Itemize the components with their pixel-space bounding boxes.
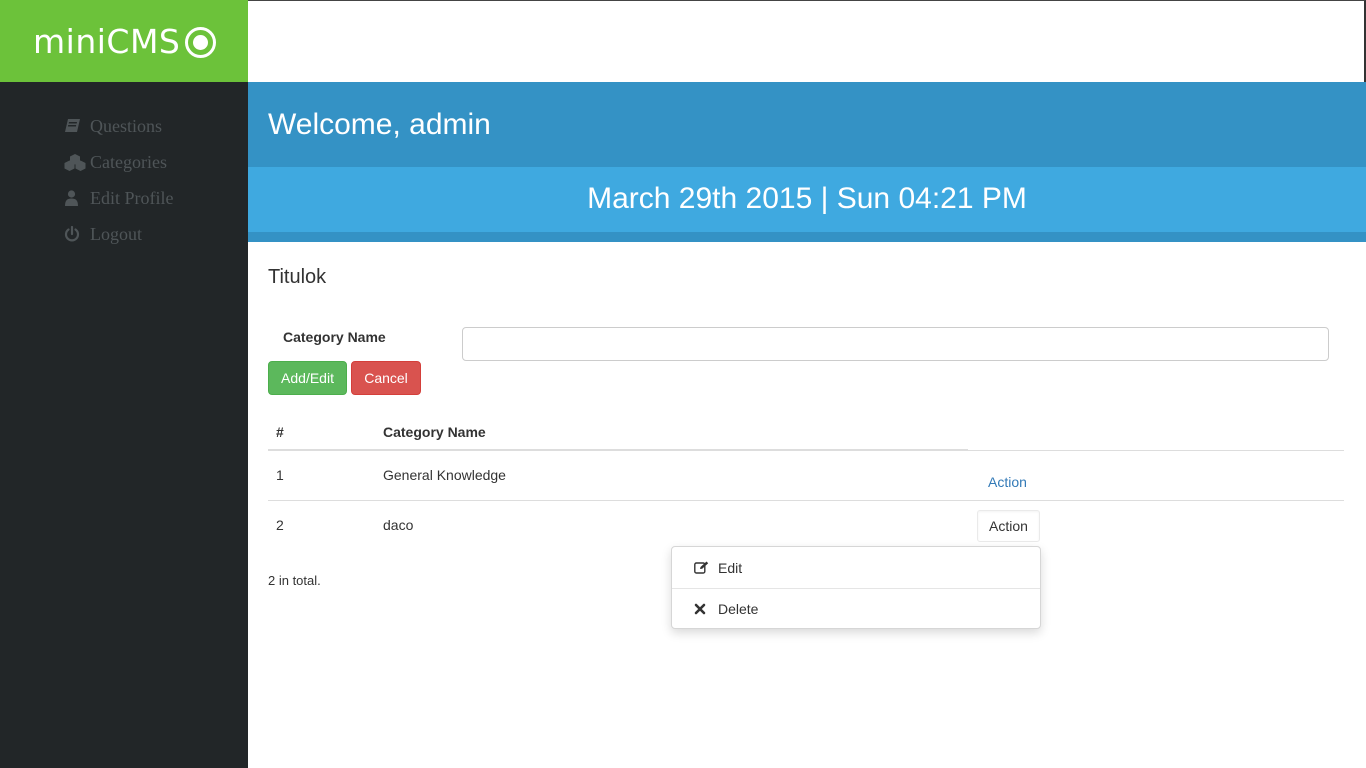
sidebar-item-label: Logout (90, 223, 142, 244)
brand-name: miniCMS (33, 21, 181, 61)
power-icon (64, 225, 86, 243)
logo-circle-icon (185, 26, 217, 58)
action-dropdown-button[interactable]: Action (977, 510, 1040, 542)
cubes-icon (64, 153, 86, 171)
top-bar (248, 0, 1366, 82)
datetime-text: March 29th 2015 | Sun 04:21 PM (587, 181, 1027, 215)
sidebar-item-label: Questions (90, 115, 162, 136)
sidebar-item-questions[interactable]: Questions (64, 108, 174, 144)
cancel-button[interactable]: Cancel (351, 361, 421, 395)
sidebar-item-categories[interactable]: Categories (64, 144, 174, 180)
welcome-banner: Welcome, admin (248, 82, 1366, 167)
row-category-name: General Knowledge (383, 467, 506, 483)
header-number: # (276, 424, 284, 440)
total-count: 2 in total. (268, 573, 321, 588)
sidebar: miniCMS Questions Categories Edit Profil… (0, 0, 248, 768)
table-header: # Category Name (268, 412, 1344, 451)
sidebar-item-label: Categories (90, 151, 167, 172)
edit-icon (694, 561, 718, 575)
sidebar-item-label: Edit Profile (90, 187, 174, 208)
dropdown-item-label: Edit (718, 559, 743, 576)
action-dropdown-menu: Edit Delete (671, 546, 1041, 629)
dropdown-item-label: Delete (718, 601, 759, 617)
welcome-text: Welcome, admin (268, 107, 491, 141)
user-icon (64, 189, 86, 207)
table-row: 1 General Knowledge Action (268, 450, 1344, 501)
table-row: 2 daco Action (268, 501, 1344, 552)
header-category-name: Category Name (383, 424, 486, 440)
action-link[interactable]: Action (988, 474, 1027, 490)
category-name-label: Category Name (283, 329, 386, 345)
date-banner: March 29th 2015 | Sun 04:21 PM (248, 167, 1366, 242)
brand-logo[interactable]: miniCMS (0, 0, 248, 82)
add-edit-button[interactable]: Add/Edit (268, 361, 347, 395)
category-name-input[interactable] (462, 327, 1329, 361)
categories-table: # Category Name 1 General Knowledge Acti… (268, 412, 1344, 552)
page-title: Titulok (268, 266, 327, 288)
book-icon (64, 117, 86, 135)
row-number: 1 (276, 467, 284, 483)
dropdown-item-edit[interactable]: Edit (672, 547, 1040, 588)
row-number: 2 (276, 517, 284, 533)
dropdown-item-delete[interactable]: Delete (672, 588, 1040, 629)
row-category-name: daco (383, 517, 414, 533)
sidebar-item-edit-profile[interactable]: Edit Profile (64, 180, 174, 216)
sidebar-item-logout[interactable]: Logout (64, 216, 174, 252)
sidebar-nav: Questions Categories Edit Profile Logout (64, 108, 174, 252)
times-icon (694, 602, 718, 616)
